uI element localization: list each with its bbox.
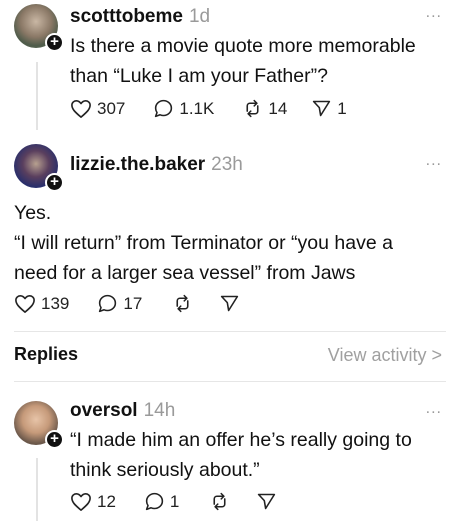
share-count: 1	[337, 98, 347, 118]
like-button[interactable]: 12	[70, 492, 116, 512]
post-actions: 307 1.1K 14 1	[70, 98, 347, 119]
comment-icon	[155, 99, 173, 118]
repost-button[interactable]	[172, 293, 193, 314]
comment-button[interactable]: 1.1K	[153, 98, 214, 119]
share-icon	[313, 100, 331, 117]
avatar-oversol[interactable]: +	[14, 401, 64, 449]
username-text: lizzie.the.baker	[70, 154, 206, 175]
like-count: 12	[97, 491, 116, 511]
reply-text-line: think seriously about.”	[70, 459, 260, 481]
post-text-line: need for a larger sea vessel” from Jaws	[14, 262, 356, 284]
heart-icon	[15, 294, 35, 313]
repost-icon	[213, 492, 226, 511]
avatar-lizzie[interactable]: +	[14, 144, 64, 192]
reply-text-line: “I made him an offer he’s really going t…	[70, 429, 412, 451]
like-count: 139	[41, 293, 70, 313]
comment-count: 17	[123, 293, 143, 313]
follow-plus-icon[interactable]: +	[45, 173, 64, 192]
share-button[interactable]	[256, 491, 277, 512]
divider	[14, 381, 446, 382]
post-text-line: than “Luke I am your Father”?	[70, 65, 328, 87]
comment-icon	[99, 294, 117, 313]
view-activity-link[interactable]: View activity >	[328, 345, 442, 366]
divider	[14, 331, 446, 332]
comment-button[interactable]: 1	[144, 491, 179, 512]
like-button[interactable]: 307	[70, 99, 125, 119]
more-options-icon[interactable]: ...	[426, 4, 442, 22]
follow-plus-icon[interactable]: +	[45, 33, 64, 52]
avatar-scotttobeme[interactable]: +	[14, 4, 64, 52]
repost-button[interactable]: 14	[242, 98, 287, 119]
more-options-icon[interactable]: ...	[426, 152, 442, 170]
share-button[interactable]	[219, 293, 240, 314]
post-text: Is there a movie quote more memorable th…	[70, 31, 416, 91]
username-text: oversol	[70, 400, 138, 421]
post-time: 1d	[188, 6, 211, 27]
reply-username[interactable]: oversol 14h	[70, 400, 175, 422]
share-icon	[258, 493, 276, 510]
share-icon	[221, 295, 239, 312]
repost-count: 14	[268, 98, 288, 118]
username-text: scotttobeme	[70, 6, 183, 27]
post-username[interactable]: scotttobeme 1d	[70, 6, 210, 28]
post-actions: 139 17	[14, 293, 240, 314]
post-time: 23h	[211, 154, 243, 175]
post-text-line: Yes.	[14, 202, 52, 224]
comment-button[interactable]: 17	[97, 293, 142, 314]
repost-button[interactable]	[209, 491, 230, 512]
replies-label: Replies	[14, 344, 79, 364]
heart-icon	[71, 492, 91, 511]
thread-line	[36, 62, 38, 130]
post-text: Yes. “I will return” from Terminator or …	[14, 198, 393, 288]
follow-plus-icon[interactable]: +	[45, 430, 64, 449]
like-count: 307	[97, 98, 126, 118]
post-username[interactable]: lizzie.the.baker 23h	[70, 154, 243, 176]
more-options-icon[interactable]: ...	[426, 400, 442, 418]
reply-text: “I made him an offer he’s really going t…	[70, 425, 412, 485]
reply-actions: 12 1	[70, 491, 277, 512]
post-text-line: “I will return” from Terminator or “you …	[14, 232, 393, 254]
comment-count: 1.1K	[179, 98, 215, 118]
like-button[interactable]: 139	[14, 294, 69, 314]
comment-icon	[145, 492, 164, 511]
comment-count: 1	[169, 491, 180, 511]
share-button[interactable]: 1	[311, 98, 347, 119]
post-text-line: Is there a movie quote more memorable	[70, 35, 416, 57]
thread-line	[36, 458, 38, 521]
repost-icon	[246, 99, 259, 118]
repost-icon	[176, 294, 189, 313]
reply-time: 14h	[143, 400, 176, 421]
heart-icon	[71, 99, 91, 118]
